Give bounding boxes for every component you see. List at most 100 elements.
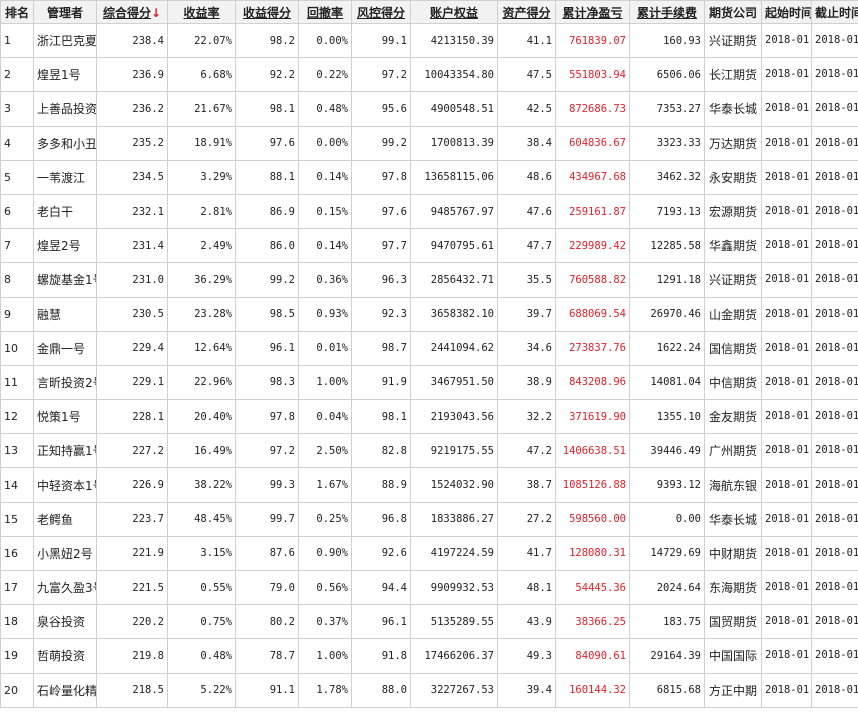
header-net-pnl[interactable]: 累计净盈亏 — [555, 0, 630, 24]
composite-score-cell: 226.9 — [96, 467, 168, 503]
start-time-cell: 2018-01-02 — [761, 91, 812, 127]
return-score-cell: 87.6 — [235, 535, 299, 572]
composite-score-cell: 235.2 — [96, 125, 168, 161]
header-account-equity-label: 账户权益 — [429, 5, 478, 20]
return-score-cell: 80.2 — [235, 604, 299, 640]
return-score-cell: 91.1 — [235, 672, 299, 708]
rank-cell: 13 — [0, 433, 34, 469]
rank-cell: 3 — [0, 91, 34, 127]
end-time-cell: 2018-01-19 — [811, 22, 858, 59]
net-pnl-cell: 1406638.51 — [555, 433, 630, 469]
return-rate-cell: 5.22% — [167, 672, 236, 708]
manager-cell: 言昕投资2号 — [33, 364, 97, 401]
table-body: 1 浙江巴克夏 238.4 22.07% 98.2 0.00% 99.1 4213150.39… — [0, 22, 858, 708]
futures-company-cell: 华泰长城 — [704, 501, 762, 537]
drawdown-rate-cell: 0.04% — [298, 399, 352, 435]
end-time-cell: 2018-01-19 — [811, 672, 858, 708]
futures-company-cell: 中国国际 — [704, 638, 762, 674]
risk-score-cell: 91.8 — [351, 638, 411, 674]
drawdown-rate-cell: 0.25% — [298, 501, 352, 537]
drawdown-rate-cell: 0.22% — [298, 57, 352, 93]
header-end-time: 截止时间 — [811, 0, 858, 24]
risk-score-cell: 97.8 — [351, 159, 411, 195]
account-equity-cell: 1700813.39 — [410, 125, 498, 161]
table-row: 12 悦策1号 228.1 20.40% 97.8 0.04% 98.1 2193043.56… — [0, 399, 858, 435]
futures-company-cell: 国贸期货 — [704, 604, 762, 640]
return-rate-cell: 0.55% — [167, 569, 236, 606]
risk-score-cell: 94.4 — [351, 569, 411, 606]
asset-score-cell: 48.1 — [497, 569, 556, 606]
return-score-cell: 98.3 — [235, 364, 299, 401]
end-time-cell: 2018-01-19 — [811, 91, 858, 127]
end-time-cell: 2018-01-19 — [811, 125, 858, 161]
net-pnl-cell: 872686.73 — [555, 91, 630, 127]
fees-cell: 3323.33 — [629, 125, 705, 161]
return-rate-cell: 6.68% — [167, 57, 236, 93]
start-time-cell: 2018-01-02 — [761, 535, 812, 572]
fees-cell: 183.75 — [629, 604, 705, 640]
rank-cell: 2 — [0, 57, 34, 93]
net-pnl-cell: 604836.67 — [555, 125, 630, 161]
sort-desc-arrow-icon: ↓ — [150, 5, 162, 20]
net-pnl-cell: 761839.07 — [555, 22, 630, 59]
asset-score-cell: 49.3 — [497, 638, 556, 674]
risk-score-cell: 95.6 — [351, 91, 411, 127]
drawdown-rate-cell: 0.15% — [298, 193, 352, 230]
start-time-cell: 2018-01-02 — [761, 638, 812, 674]
header-composite-score[interactable]: 综合得分↓ — [96, 0, 168, 24]
rank-cell: 11 — [0, 364, 34, 401]
account-equity-cell: 5135289.55 — [410, 604, 498, 640]
header-return-score[interactable]: 收益得分 — [235, 0, 299, 24]
header-risk-score-label: 风控得分 — [356, 5, 405, 20]
return-score-cell: 98.1 — [235, 91, 299, 127]
account-equity-cell: 9909932.53 — [410, 569, 498, 606]
drawdown-rate-cell: 0.56% — [298, 569, 352, 606]
futures-company-cell: 东海期货 — [704, 569, 762, 606]
return-score-cell: 98.5 — [235, 296, 299, 332]
header-drawdown-rate[interactable]: 回撤率 — [298, 0, 352, 24]
header-futures-company-label: 期货公司 — [708, 5, 757, 20]
return-score-cell: 79.0 — [235, 569, 299, 606]
header-fees[interactable]: 累计手续费 — [629, 0, 705, 24]
header-asset-score[interactable]: 资产得分 — [497, 0, 556, 24]
header-rank-label: 排名 — [4, 5, 29, 20]
start-time-cell: 2018-01-02 — [761, 228, 812, 264]
risk-score-cell: 96.3 — [351, 262, 411, 298]
drawdown-rate-cell: 2.50% — [298, 433, 352, 469]
header-return-rate[interactable]: 收益率 — [167, 0, 236, 24]
table-row: 9 融慧 230.5 23.28% 98.5 0.93% 92.3 3658382.10 39.… — [0, 296, 858, 332]
risk-score-cell: 92.6 — [351, 535, 411, 572]
asset-score-cell: 38.7 — [497, 467, 556, 503]
asset-score-cell: 47.5 — [497, 57, 556, 93]
manager-cell: 石岭量化精选 — [33, 672, 97, 708]
rank-cell: 18 — [0, 604, 34, 640]
composite-score-cell: 227.2 — [96, 433, 168, 469]
account-equity-cell: 3467951.50 — [410, 364, 498, 401]
net-pnl-cell: 1085126.88 — [555, 467, 630, 503]
drawdown-rate-cell: 0.00% — [298, 22, 352, 59]
net-pnl-cell: 551803.94 — [555, 57, 630, 93]
risk-score-cell: 96.8 — [351, 501, 411, 537]
fees-cell: 2024.64 — [629, 569, 705, 606]
asset-score-cell: 39.7 — [497, 296, 556, 332]
header-rank: 排名 — [0, 0, 34, 24]
header-account-equity[interactable]: 账户权益 — [410, 0, 498, 24]
rank-cell: 14 — [0, 467, 34, 503]
futures-company-cell: 长江期货 — [704, 57, 762, 93]
drawdown-rate-cell: 0.48% — [298, 91, 352, 127]
asset-score-cell: 39.4 — [497, 672, 556, 708]
asset-score-cell: 42.5 — [497, 91, 556, 127]
end-time-cell: 2018-01-19 — [811, 193, 858, 230]
composite-score-cell: 231.4 — [96, 228, 168, 264]
net-pnl-cell: 259161.87 — [555, 193, 630, 230]
end-time-cell: 2018-01-19 — [811, 433, 858, 469]
net-pnl-cell: 84090.61 — [555, 638, 630, 674]
return-rate-cell: 18.91% — [167, 125, 236, 161]
rank-cell: 15 — [0, 501, 34, 537]
fees-cell: 6815.68 — [629, 672, 705, 708]
manager-cell: 哲萌投资 — [33, 638, 97, 674]
drawdown-rate-cell: 1.00% — [298, 364, 352, 401]
fees-cell: 1355.10 — [629, 399, 705, 435]
futures-company-cell: 广州期货 — [704, 433, 762, 469]
header-risk-score[interactable]: 风控得分 — [351, 0, 411, 24]
